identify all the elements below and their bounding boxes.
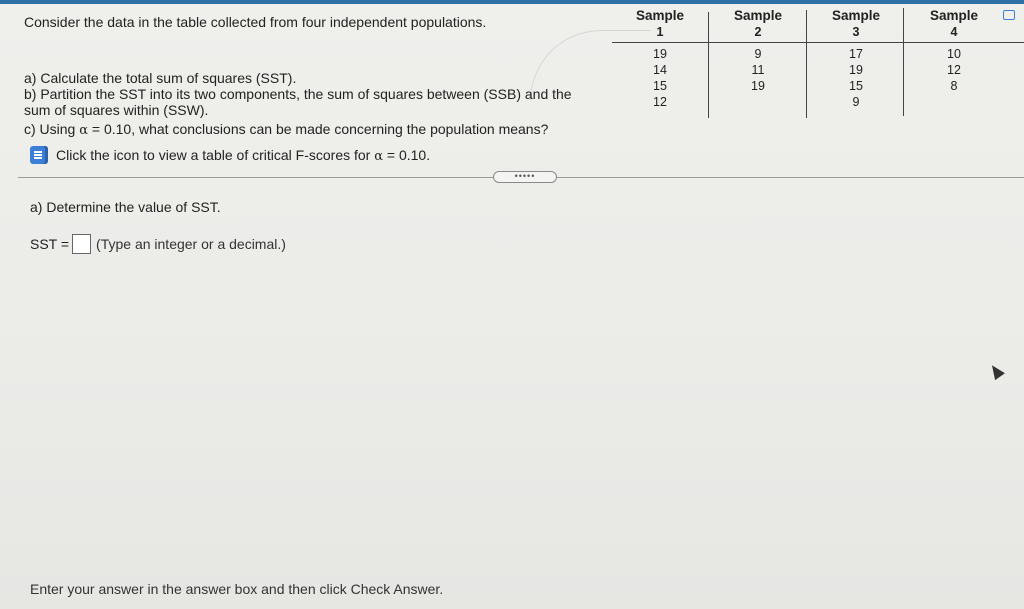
icon-value: = 0.10. — [383, 146, 431, 163]
column-values: 17 19 15 9 — [808, 46, 904, 110]
column-number: 1 — [656, 25, 664, 39]
critical-f-table-link[interactable]: Click the icon to view a table of critic… — [30, 146, 430, 164]
expand-icon[interactable] — [1003, 10, 1015, 20]
critical-f-link-text[interactable]: Click the icon to view a table of critic… — [56, 147, 430, 164]
alpha-symbol: α — [79, 123, 89, 138]
table-column: Sample 4 10 12 8 — [906, 8, 1002, 94]
table-column: Sample 1 19 14 15 12 — [612, 8, 708, 110]
table-cell: 12 — [653, 95, 667, 109]
icon-prefix: Click the icon to view a table of critic… — [56, 146, 375, 163]
sst-answer-input[interactable] — [72, 234, 92, 254]
table-cell: 17 — [849, 47, 863, 61]
question-part-a: a) Calculate the total sum of squares (S… — [24, 70, 297, 86]
question-part-c: c) Using α = 0.10, what conclusions can … — [24, 121, 548, 139]
table-cell: 8 — [950, 79, 958, 93]
column-header: Sample — [635, 8, 685, 23]
column-number: 2 — [754, 25, 762, 39]
data-table: Sample 1 19 14 15 12 Sample 2 9 11 19 Sa… — [612, 8, 1004, 120]
table-cell: 15 — [653, 79, 667, 93]
answer-hint: (Type an integer or a decimal.) — [96, 236, 286, 252]
column-header: Sample — [831, 8, 881, 23]
question-intro: Consider the data in the table collected… — [24, 14, 487, 30]
table-cell: 12 — [947, 63, 961, 77]
table-divider — [903, 8, 904, 116]
table-header-rule — [612, 42, 1024, 43]
table-cell: 14 — [653, 63, 667, 77]
footer-instruction: Enter your answer in the answer box and … — [30, 581, 444, 597]
column-number: 3 — [852, 25, 860, 39]
table-cell: 19 — [653, 47, 667, 61]
answer-prompt: a) Determine the value of SST. — [30, 199, 221, 215]
table-cell: 10 — [947, 47, 961, 61]
book-icon[interactable] — [30, 146, 48, 164]
table-column: Sample 3 17 19 15 9 — [808, 8, 904, 110]
sst-label: SST = — [30, 236, 70, 252]
column-number: 4 — [950, 25, 958, 39]
table-cell: 15 — [849, 79, 863, 93]
answer-line: SST = (Type an integer or a decimal.) — [30, 234, 286, 254]
column-values: 19 14 15 12 — [612, 46, 708, 110]
part-c-prefix: c) Using — [24, 121, 80, 137]
table-cell: 19 — [751, 79, 765, 93]
table-cell: 9 — [852, 95, 860, 109]
table-cell: 9 — [754, 47, 762, 61]
table-divider — [708, 12, 709, 118]
table-divider — [806, 10, 807, 118]
question-part-b: b) Partition the SST into its two compon… — [24, 86, 572, 118]
table-cell: 19 — [849, 63, 863, 77]
column-values: 9 11 19 — [710, 46, 806, 94]
table-cell: 11 — [751, 63, 765, 77]
part-c-text: = 0.10, what conclusions can be made con… — [88, 121, 549, 137]
table-column: Sample 2 9 11 19 — [710, 8, 806, 94]
column-header: Sample — [733, 8, 783, 23]
column-values: 10 12 8 — [906, 46, 1002, 94]
more-button[interactable]: ••••• — [493, 171, 557, 183]
alpha-symbol-2: α — [374, 148, 384, 164]
column-header: Sample — [929, 8, 979, 23]
